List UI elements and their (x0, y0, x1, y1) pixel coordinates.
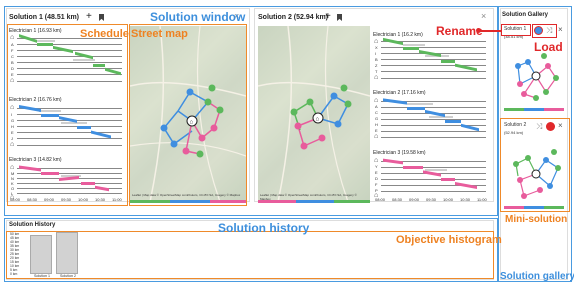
rename-outline (501, 24, 531, 36)
objective-histogram-label: Objective histogram (396, 234, 502, 246)
load-label: Load (534, 40, 563, 54)
street-map-outline (129, 24, 247, 206)
solution-gallery-label: Solution gallery (500, 271, 574, 282)
solution-window-label: Solution window (150, 10, 246, 24)
solution-history-label: Solution history (218, 221, 310, 235)
street-map-label: Street map (131, 28, 188, 40)
mini-solution-label: Mini-solution (505, 214, 568, 225)
mini-solution-outline (500, 118, 570, 212)
load-outline (532, 24, 557, 38)
schedule-label: Schedule (80, 28, 129, 40)
rename-label: Rename (436, 24, 483, 38)
schedule-outline (7, 24, 128, 206)
